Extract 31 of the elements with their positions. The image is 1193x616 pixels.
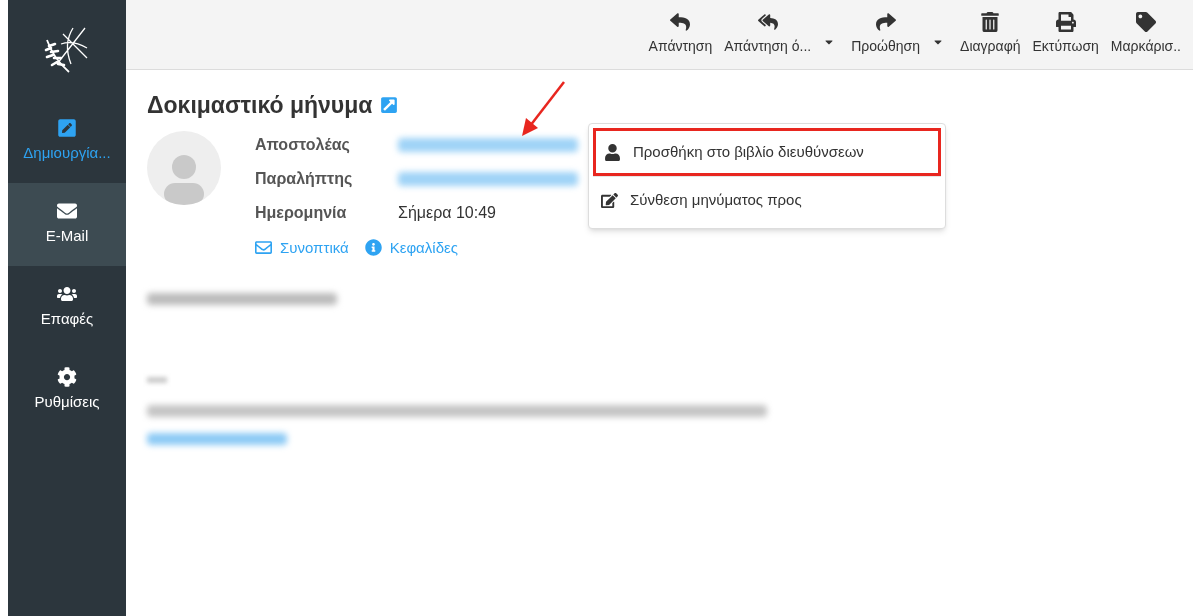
edit-icon <box>601 192 618 209</box>
reply-icon <box>670 12 691 32</box>
forward-icon <box>875 12 896 32</box>
sidebar-item[interactable]: Δημιουργία... <box>8 100 126 183</box>
toolbar-button[interactable]: Προώθηση <box>847 12 925 57</box>
toolbar-button[interactable]: Μαρκάρισ.. <box>1106 12 1185 57</box>
menu-item[interactable]: Σύνθεση μηνύματος προς <box>593 176 941 224</box>
person-icon <box>604 143 621 161</box>
envelope-icon <box>57 201 77 222</box>
toolbar-button[interactable]: Εκτύπωση <box>1028 12 1103 57</box>
external-link-icon[interactable] <box>380 96 399 115</box>
toolbar-button[interactable]: Απάντηση ό... <box>720 12 816 57</box>
field-label: Αποστολέας <box>255 134 351 155</box>
field-label: Ημερομηνία <box>255 202 348 223</box>
message-subject: Δοκιμαστικό μήνυμα <box>147 91 373 120</box>
gear-icon <box>57 367 77 388</box>
toolbar-button[interactable]: Διαγραφή <box>956 12 1025 57</box>
printer-icon <box>1055 12 1076 32</box>
blurred-text <box>147 377 167 383</box>
tag-icon <box>1135 12 1156 32</box>
sidebar-item[interactable]: E-Mail <box>8 183 126 266</box>
envelope-icon <box>255 239 272 257</box>
sidebar-item[interactable]: Επαφές <box>8 266 126 349</box>
field-value: Σήμερα 10:49 <box>398 202 496 223</box>
field-label: Παραλήπτης <box>255 168 354 189</box>
reply-all-icon <box>757 12 778 32</box>
toolbar-button[interactable]: Απάντηση <box>644 12 717 57</box>
info-icon <box>364 239 382 257</box>
trash-icon <box>980 12 1001 32</box>
sidebar-item[interactable]: Ρυθμίσεις <box>8 349 126 432</box>
menu-item[interactable]: Προσθήκη στο βιβλίο διευθύνσεων <box>593 128 941 176</box>
